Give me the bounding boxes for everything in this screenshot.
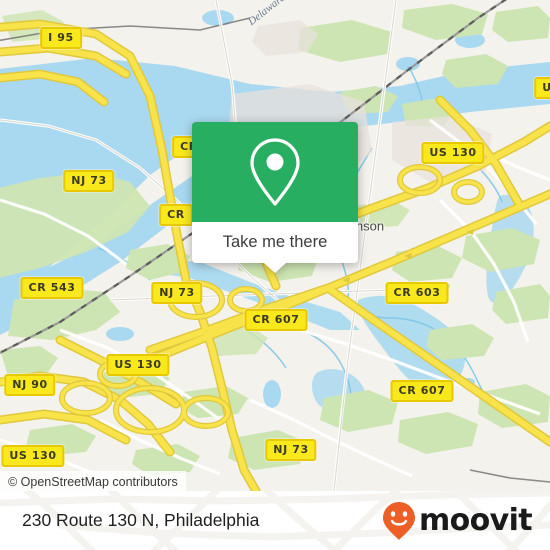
location-pin-icon xyxy=(250,138,300,206)
shield-cr-607-west[interactable]: CR 607 xyxy=(244,309,308,331)
take-me-there-label: Take me there xyxy=(222,233,328,252)
shield-cr-607-east[interactable]: CR 607 xyxy=(390,380,454,402)
shield-us-130-mid[interactable]: US 130 xyxy=(106,354,170,376)
popup-tail-pointer xyxy=(264,263,286,273)
popup-header xyxy=(192,122,358,222)
location-popup[interactable]: Take me there xyxy=(192,122,358,273)
moovit-smiley-pin-icon xyxy=(382,501,415,540)
osm-attribution[interactable]: © OpenStreetMap contributors xyxy=(0,471,186,491)
popup-footer[interactable]: Take me there xyxy=(192,222,358,273)
shield-us-130-south[interactable]: US 130 xyxy=(1,445,65,467)
moovit-wordmark: moovit xyxy=(418,502,533,538)
shield-nj-73-north[interactable]: NJ 73 xyxy=(63,170,115,192)
shield-nj-73-mid[interactable]: NJ 73 xyxy=(151,282,203,304)
moovit-map-card: Delaware nson I 95 NJ 73 CR CR US 130 U … xyxy=(0,0,550,550)
card-footer: 230 Route 130 N, Philadelphia moovit xyxy=(0,491,550,550)
shield-cr-603[interactable]: CR 603 xyxy=(385,282,449,304)
place-label-nson: nson xyxy=(355,218,385,234)
shield-us-130-north[interactable]: US 130 xyxy=(421,142,485,164)
address-label: 230 Route 130 N, Philadelphia xyxy=(22,509,260,530)
shield-i-95[interactable]: I 95 xyxy=(40,27,82,49)
shield-cr-543[interactable]: CR 543 xyxy=(20,277,84,299)
shield-nj-73-south[interactable]: NJ 73 xyxy=(265,439,317,461)
shield-us-partial-right-edge[interactable]: U xyxy=(534,77,550,99)
moovit-brand[interactable]: moovit xyxy=(382,501,533,541)
shield-cr-partial-lower[interactable]: CR xyxy=(159,204,193,226)
shield-nj-90[interactable]: NJ 90 xyxy=(4,374,56,396)
